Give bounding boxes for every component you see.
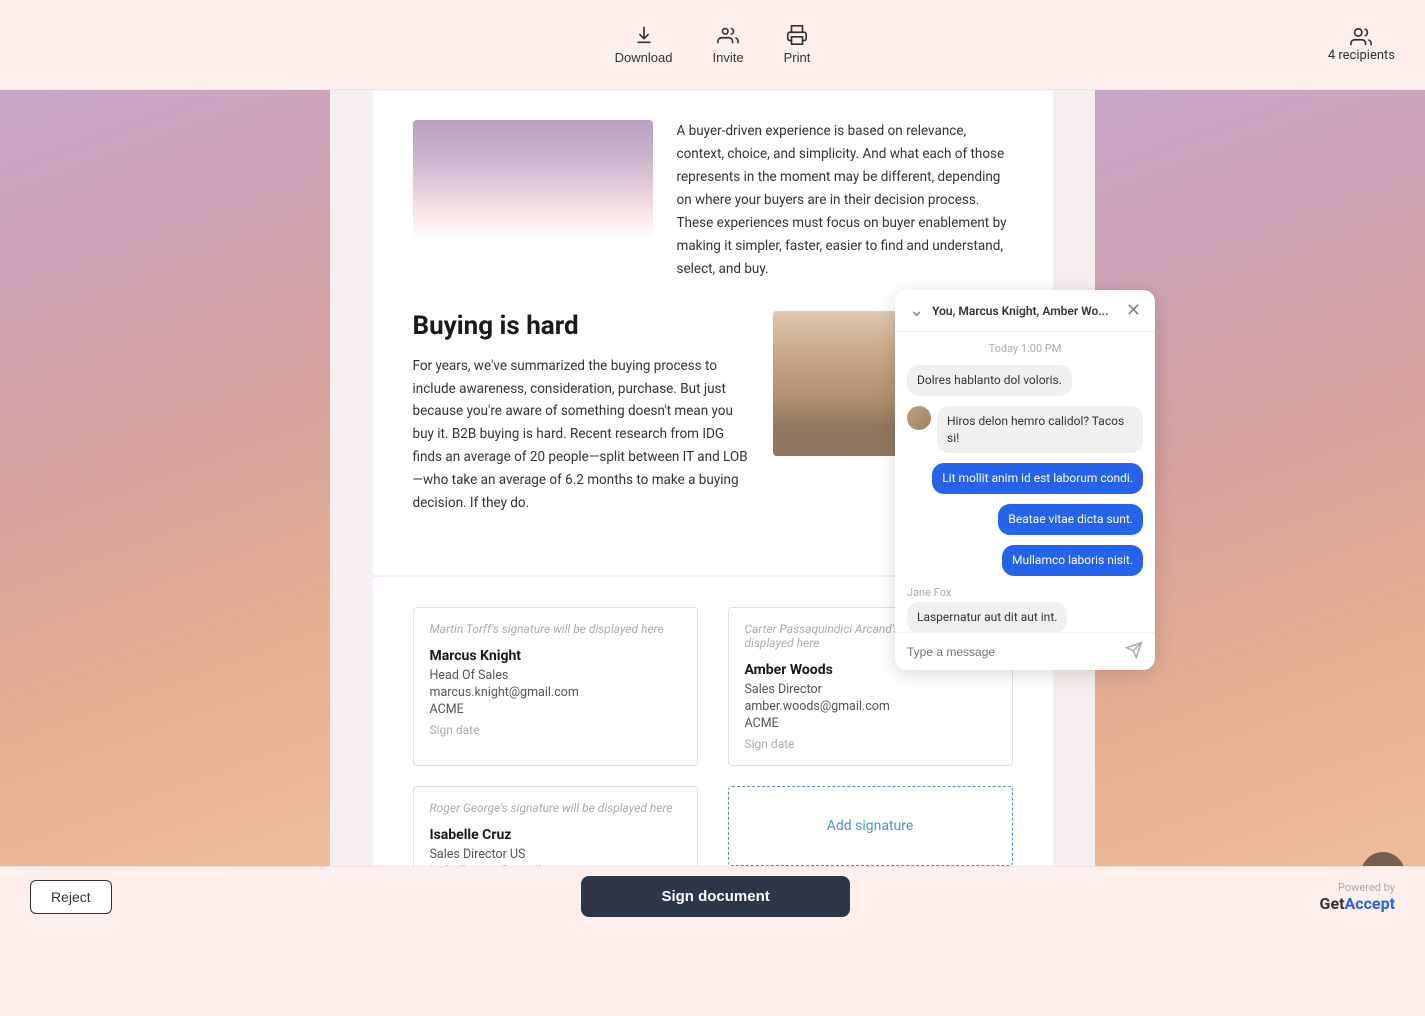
invite-icon: [717, 24, 739, 46]
chat-widget: ⌄ You, Marcus Knight, Amber Wo... ✕ Toda…: [895, 290, 1155, 670]
toolbar-actions: Download Invite Print: [615, 24, 811, 65]
chat-message-2-row: Hiros delon hemro calidol? Tacos si!: [907, 406, 1143, 460]
sig-role-3: Sales Director US: [430, 847, 681, 862]
download-label: Download: [615, 50, 673, 65]
send-icon: [1125, 641, 1143, 659]
header-image: [413, 120, 653, 240]
chat-close-button[interactable]: ✕: [1126, 300, 1141, 321]
chat-avatar-2: [907, 406, 931, 430]
add-signature-button[interactable]: Add signature: [728, 786, 1013, 866]
recipients-icon: [1350, 26, 1372, 48]
chat-body[interactable]: Today 1:00 PM Dolres hablanto dol volori…: [895, 332, 1155, 632]
download-icon: [633, 24, 655, 46]
powered-by: Powered by GetAccept: [1320, 881, 1395, 913]
sig-email-2: amber.woods@gmail.com: [745, 699, 996, 714]
signature-box-1: Martin Torff's signature will be display…: [413, 607, 698, 766]
chat-bubble-5: Mullamco laboris nisit.: [1002, 545, 1143, 576]
chat-message-4: Beatae vitae dicta sunt.: [907, 504, 1143, 541]
chat-bubble-1: Dolres hablanto dol voloris.: [907, 365, 1072, 396]
cloud-illustration: [413, 120, 653, 240]
chat-message-5: Mullamco laboris nisit.: [907, 545, 1143, 582]
sig-placeholder-1: Martin Torff's signature will be display…: [430, 622, 681, 636]
print-label: Print: [784, 50, 811, 65]
sig-company-2: ACME: [745, 716, 996, 731]
chat-input-area: [895, 632, 1155, 670]
chat-bubble-3: Lit mollit anim id est laborum condi.: [932, 463, 1143, 494]
doc-header-section: A buyer-driven experience is based on re…: [413, 120, 1013, 281]
sig-placeholder-3: Roger George's signature will be display…: [430, 801, 681, 815]
sig-date-2: Sign date: [745, 737, 996, 751]
sig-company-1: ACME: [430, 702, 681, 717]
sig-email-1: marcus.knight@gmail.com: [430, 685, 681, 700]
buying-body: For years, we've summarized the buying p…: [413, 355, 749, 516]
chat-bubble-6: Laspernatur aut dit aut int.: [907, 602, 1067, 632]
right-background: ⌄ You, Marcus Knight, Amber Wo... ✕ Toda…: [1095, 90, 1425, 926]
getaccept-logo: GetAccept: [1320, 894, 1395, 913]
recipients-button[interactable]: 4 recipients: [1328, 26, 1395, 63]
invite-label: Invite: [713, 50, 744, 65]
sign-label: Sign document: [661, 888, 769, 905]
chat-message-3: Lit mollit anim id est laborum condi.: [907, 463, 1143, 500]
chat-bubble-2: Hiros delon hemro calidol? Tacos si!: [937, 406, 1143, 454]
buying-title: Buying is hard: [413, 311, 749, 341]
toolbar: Download Invite Print 4 recipients: [0, 0, 1425, 90]
chat-bubble-4: Beatae vitae dicta sunt.: [998, 504, 1143, 535]
chat-message-1: Dolres hablanto dol voloris.: [907, 365, 1143, 402]
chat-header: ⌄ You, Marcus Knight, Amber Wo... ✕: [895, 290, 1155, 332]
chat-timestamp: Today 1:00 PM: [907, 342, 1143, 355]
chat-sender-jane: Jane Fox: [907, 586, 1143, 599]
sig-date-1: Sign date: [430, 723, 681, 737]
sig-role-1: Head Of Sales: [430, 668, 681, 683]
print-button[interactable]: Print: [784, 24, 811, 65]
download-button[interactable]: Download: [615, 24, 673, 65]
header-body-text: A buyer-driven experience is based on re…: [677, 120, 1013, 281]
bottom-bar: Reject Sign document Powered by GetAccep…: [0, 866, 1425, 926]
reject-button[interactable]: Reject: [30, 880, 112, 914]
main-layout: A buyer-driven experience is based on re…: [0, 90, 1425, 926]
chat-send-button[interactable]: [1125, 641, 1143, 662]
chat-collapse-button[interactable]: ⌄: [909, 300, 924, 321]
sig-name-3: Isabelle Cruz: [430, 827, 681, 843]
invite-button[interactable]: Invite: [713, 24, 744, 65]
powered-by-text: Powered by: [1338, 881, 1395, 894]
recipients-count: 4 recipients: [1328, 48, 1395, 63]
chat-message-input[interactable]: [907, 645, 1117, 659]
buying-text-block: Buying is hard For years, we've summariz…: [413, 311, 749, 516]
sig-role-2: Sales Director: [745, 682, 996, 697]
print-icon: [786, 24, 808, 46]
sig-name-1: Marcus Knight: [430, 648, 681, 664]
chat-message-6: Laspernatur aut dit aut int.: [907, 602, 1143, 632]
chat-header-title: You, Marcus Knight, Amber Wo...: [932, 304, 1126, 318]
sign-document-button[interactable]: Sign document: [581, 876, 849, 917]
left-background: [0, 90, 330, 926]
reject-label: Reject: [51, 889, 91, 905]
